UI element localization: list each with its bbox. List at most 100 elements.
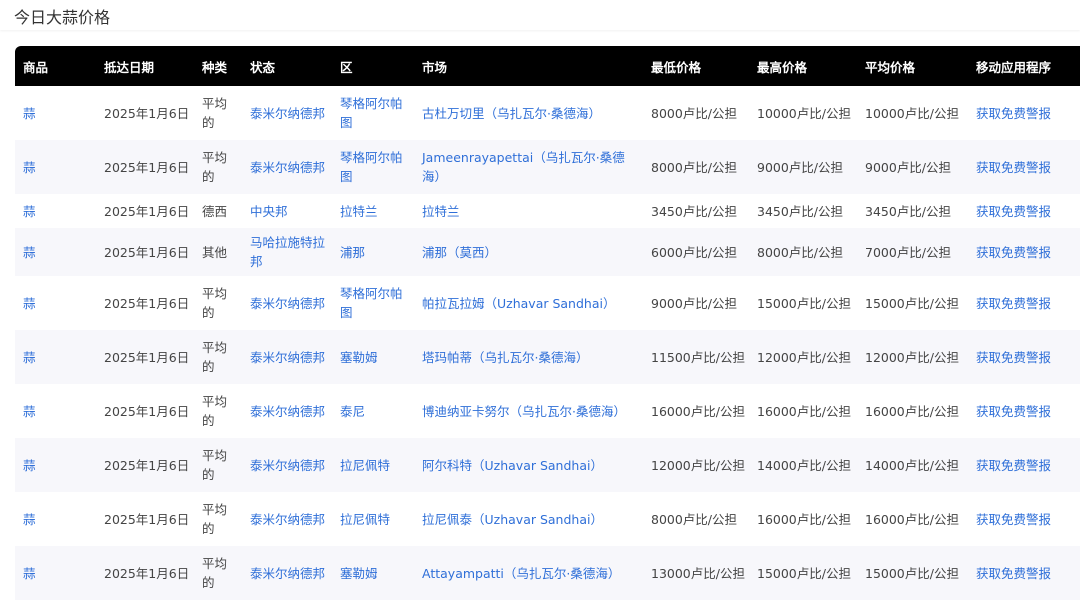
arrival-date: 2025年1月6日	[104, 565, 190, 581]
district-link[interactable]: 琴格阿尔帕图	[340, 96, 403, 130]
table-row: 蒜 2025年1月6日 平均的 泰米尔纳德邦 泰尼 博迪纳亚卡努尔（乌扎瓦尔·桑德海） 16…	[15, 384, 1080, 438]
header-max-price[interactable]: 最高价格	[749, 46, 857, 86]
district-link[interactable]: 拉尼佩特	[340, 512, 390, 527]
max-price: 15000卢比/公担	[757, 295, 851, 311]
district-link[interactable]: 琴格阿尔帕图	[340, 150, 403, 184]
price-page: 今日大蒜价格 商品 抵达日期 种类 状态 区 市场 最低价格 最高价格 平均价格…	[0, 0, 1080, 606]
cell-arrival-date: 2025年1月6日	[96, 140, 194, 194]
alert-link[interactable]: 获取免费警报	[976, 350, 1051, 365]
max-price: 9000卢比/公担	[757, 159, 844, 175]
cell-market-link: Attayampatti（乌扎瓦尔·桑德海）	[414, 546, 643, 600]
district-link[interactable]: 塞勒姆	[340, 566, 378, 581]
market-link[interactable]: 塔玛帕蒂（乌扎瓦尔·桑德海）	[422, 350, 588, 365]
header-min-price[interactable]: 最低价格	[643, 46, 749, 86]
market-link[interactable]: 浦那（莫西）	[422, 245, 497, 260]
alert-link[interactable]: 获取免费警报	[976, 566, 1051, 581]
header-avg-price[interactable]: 平均价格	[857, 46, 968, 86]
alert-link[interactable]: 获取免费警报	[976, 204, 1051, 219]
state-link[interactable]: 泰米尔纳德邦	[250, 566, 325, 581]
state-link[interactable]: 泰米尔纳德邦	[250, 350, 325, 365]
header-commodity[interactable]: 商品	[15, 46, 96, 86]
cell-variety: 平均的	[194, 86, 242, 140]
commodity-link[interactable]: 蒜	[23, 350, 36, 365]
cell-district-link: 浦那	[332, 228, 414, 276]
state-link[interactable]: 泰米尔纳德邦	[250, 160, 325, 175]
variety: 平均的	[202, 502, 228, 536]
market-link[interactable]: 拉特兰	[422, 204, 460, 219]
table-row: 蒜 2025年1月6日 平均的 泰米尔纳德邦 琴格阿尔帕图 帕拉瓦拉姆（Uzhavar S…	[15, 276, 1080, 330]
header-district[interactable]: 区	[332, 46, 414, 86]
cell-max-price: 10000卢比/公担	[749, 86, 857, 140]
district-link[interactable]: 琴格阿尔帕图	[340, 286, 403, 320]
district-link[interactable]: 拉尼佩特	[340, 458, 390, 473]
cell-state-link: 泰米尔纳德邦	[242, 330, 332, 384]
commodity-link[interactable]: 蒜	[23, 245, 36, 260]
commodity-link[interactable]: 蒜	[23, 512, 36, 527]
district-link[interactable]: 拉特兰	[340, 204, 378, 219]
alert-link[interactable]: 获取免费警报	[976, 106, 1051, 121]
alert-link[interactable]: 获取免费警报	[976, 404, 1051, 419]
market-link[interactable]: 古杜万切里（乌扎瓦尔·桑德海）	[422, 106, 601, 121]
commodity-link[interactable]: 蒜	[23, 160, 36, 175]
arrival-date: 2025年1月6日	[104, 457, 190, 473]
cell-avg-price: 10000卢比/公担	[857, 86, 968, 140]
district-link[interactable]: 泰尼	[340, 404, 365, 419]
cell-variety: 平均的	[194, 438, 242, 492]
commodity-link[interactable]: 蒜	[23, 404, 36, 419]
commodity-link[interactable]: 蒜	[23, 106, 36, 121]
market-link[interactable]: Attayampatti（乌扎瓦尔·桑德海）	[422, 566, 620, 581]
cell-variety: 平均的	[194, 276, 242, 330]
variety: 平均的	[202, 394, 228, 428]
table-row: 蒜 2025年1月6日 平均的 泰米尔纳德邦 拉尼佩特 拉尼佩泰（Uzhavar Sand…	[15, 492, 1080, 546]
header-row: 商品 抵达日期 种类 状态 区 市场 最低价格 最高价格 平均价格 移动应用程序	[15, 46, 1080, 86]
cell-state-link: 泰米尔纳德邦	[242, 140, 332, 194]
max-price: 3450卢比/公担	[757, 203, 844, 219]
variety: 平均的	[202, 340, 228, 374]
district-link[interactable]: 塞勒姆	[340, 350, 378, 365]
commodity-link[interactable]: 蒜	[23, 566, 36, 581]
cell-min-price: 11500卢比/公担	[643, 330, 749, 384]
market-link[interactable]: 帕拉瓦拉姆（Uzhavar Sandhai）	[422, 296, 615, 311]
state-link[interactable]: 泰米尔纳德邦	[250, 404, 325, 419]
alert-link[interactable]: 获取免费警报	[976, 296, 1051, 311]
market-link[interactable]: 阿尔科特（Uzhavar Sandhai）	[422, 458, 603, 473]
state-link[interactable]: 泰米尔纳德邦	[250, 106, 325, 121]
district-link[interactable]: 浦那	[340, 245, 365, 260]
commodity-link[interactable]: 蒜	[23, 204, 36, 219]
cell-alert-link: 获取免费警报	[968, 384, 1080, 438]
alert-link[interactable]: 获取免费警报	[976, 245, 1051, 260]
market-link[interactable]: 拉尼佩泰（Uzhavar Sandhai）	[422, 512, 603, 527]
header-mobile-app[interactable]: 移动应用程序	[968, 46, 1080, 86]
cell-variety: 平均的	[194, 330, 242, 384]
avg-price: 10000卢比/公担	[865, 105, 959, 121]
header-arrival-date[interactable]: 抵达日期	[96, 46, 194, 86]
max-price: 10000卢比/公担	[757, 105, 851, 121]
alert-link[interactable]: 获取免费警报	[976, 512, 1051, 527]
cell-commodity-link: 蒜	[15, 194, 96, 228]
min-price: 8000卢比/公担	[651, 511, 738, 527]
cell-min-price: 16000卢比/公担	[643, 384, 749, 438]
cell-arrival-date: 2025年1月6日	[96, 546, 194, 600]
cell-arrival-date: 2025年1月6日	[96, 228, 194, 276]
header-variety[interactable]: 种类	[194, 46, 242, 86]
header-state[interactable]: 状态	[242, 46, 332, 86]
state-link[interactable]: 泰米尔纳德邦	[250, 512, 325, 527]
commodity-link[interactable]: 蒜	[23, 296, 36, 311]
cell-min-price: 3450卢比/公担	[643, 194, 749, 228]
avg-price: 16000卢比/公担	[865, 511, 959, 527]
cell-market-link: 博迪纳亚卡努尔（乌扎瓦尔·桑德海）	[414, 384, 643, 438]
state-link[interactable]: 泰米尔纳德邦	[250, 296, 325, 311]
cell-district-link: 琴格阿尔帕图	[332, 86, 414, 140]
variety: 平均的	[202, 448, 228, 482]
header-market[interactable]: 市场	[414, 46, 643, 86]
alert-link[interactable]: 获取免费警报	[976, 160, 1051, 175]
table-row: 蒜 2025年1月6日 平均的 泰米尔纳德邦 塞勒姆 塔玛帕蒂（乌扎瓦尔·桑德海） 1150…	[15, 330, 1080, 384]
state-link[interactable]: 泰米尔纳德邦	[250, 458, 325, 473]
state-link[interactable]: 马哈拉施特拉邦	[250, 235, 325, 269]
commodity-link[interactable]: 蒜	[23, 458, 36, 473]
market-link[interactable]: Jameenrayapettai（乌扎瓦尔·桑德海）	[422, 150, 625, 184]
state-link[interactable]: 中央邦	[250, 204, 288, 219]
cell-state-link: 泰米尔纳德邦	[242, 546, 332, 600]
market-link[interactable]: 博迪纳亚卡努尔（乌扎瓦尔·桑德海）	[422, 404, 626, 419]
alert-link[interactable]: 获取免费警报	[976, 458, 1051, 473]
